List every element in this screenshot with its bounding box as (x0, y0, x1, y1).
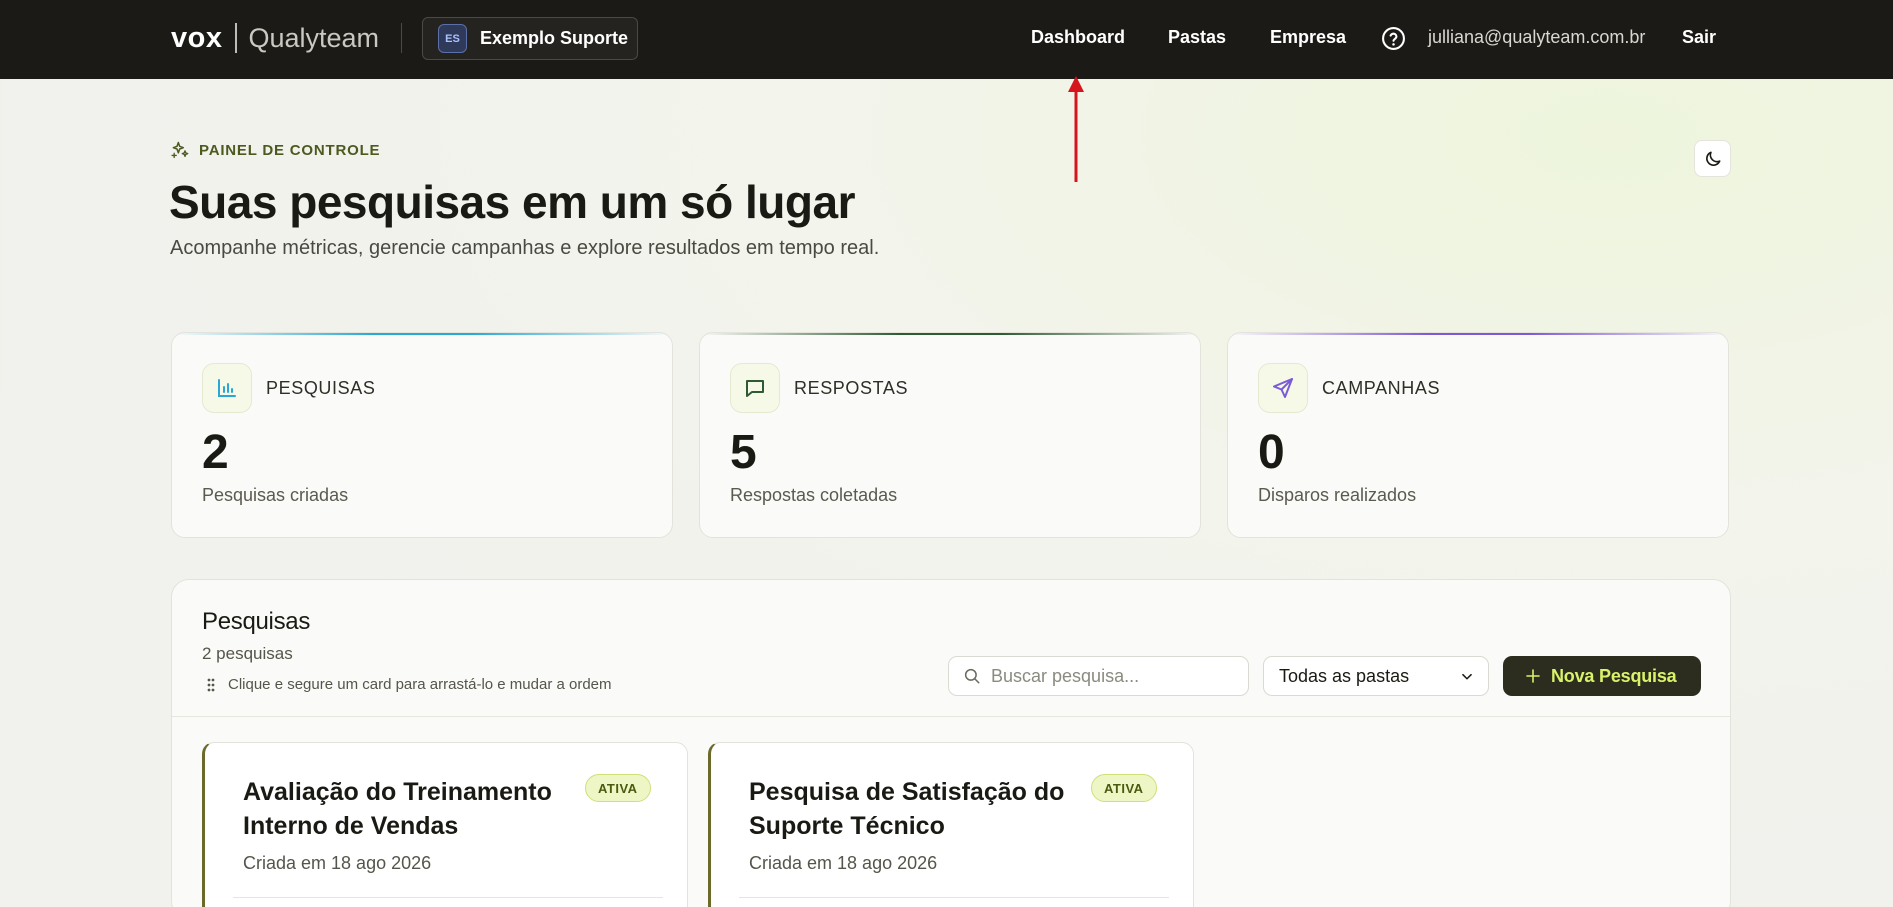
search-icon (964, 668, 980, 684)
card-accent-line (172, 333, 672, 335)
stat-caption: Respostas coletadas (730, 485, 898, 505)
top-navbar: VOX Qualyteam ES Exemplo Suporte Dashboa… (0, 0, 1893, 79)
nav-empresa[interactable]: Empresa (1270, 27, 1346, 48)
stat-icon-container (1258, 363, 1308, 413)
page-title: Suas pesquisas em um só lugar (169, 176, 855, 228)
surveys-count: 2 pesquisas (202, 644, 293, 663)
stat-icon-container (202, 363, 252, 413)
stat-value: 0 (1258, 426, 1285, 479)
new-survey-button[interactable]: Nova Pesquisa (1503, 656, 1701, 696)
stat-card-pesquisas: PESQUISAS 2 Pesquisas criadas (171, 332, 673, 538)
survey-card[interactable]: Pesquisa de Satisfação do Suporte Técnic… (708, 742, 1194, 907)
folder-filter-select[interactable]: Todas as pastas (1263, 656, 1489, 696)
search-field[interactable] (948, 656, 1249, 696)
stat-value: 2 (202, 426, 229, 479)
bar-chart-icon (218, 379, 236, 397)
moon-icon (1705, 151, 1720, 166)
eyebrow-label: PAINEL DE CONTROLE (199, 141, 381, 159)
plus-icon (1526, 669, 1540, 683)
nav-pastas[interactable]: Pastas (1168, 27, 1226, 48)
card-divider (233, 897, 663, 898)
surveys-title: Pesquisas (202, 608, 311, 635)
brand-primary: VOX (171, 21, 223, 54)
chevron-down-icon (1462, 673, 1472, 680)
new-survey-label: Nova Pesquisa (1551, 665, 1677, 686)
drag-handle-icon (207, 678, 215, 691)
survey-date: Criada em 18 ago 2026 (749, 853, 938, 873)
sparkles-icon (171, 141, 189, 159)
logout-button[interactable]: Sair (1682, 27, 1716, 48)
brand-divider (235, 23, 238, 53)
stat-icon-container (730, 363, 780, 413)
surveys-panel: Pesquisas 2 pesquisas Clique e segure um… (171, 579, 1731, 907)
stat-label: PESQUISAS (266, 378, 376, 398)
card-accent-line (700, 333, 1200, 335)
navbar-divider (401, 23, 402, 53)
brand-secondary: Qualyteam (248, 22, 380, 53)
search-input[interactable] (991, 665, 1231, 687)
status-badge: ATIVA (585, 774, 651, 802)
workspace-name: Exemplo Suporte (480, 28, 629, 48)
send-icon (1273, 378, 1293, 398)
page-subtitle: Acompanhe métricas, gerencie campanhas e… (170, 237, 880, 259)
stat-caption: Pesquisas criadas (202, 485, 349, 505)
user-email[interactable]: julliana@qualyteam.com.br (1428, 27, 1645, 48)
survey-card[interactable]: Avaliação do Treinamento Interno de Vend… (202, 742, 688, 907)
stat-caption: Disparos realizados (1258, 485, 1417, 505)
survey-title: Pesquisa de Satisfação do Suporte Técnic… (749, 778, 1065, 840)
annotation-arrow (1068, 76, 1084, 182)
nav-dashboard[interactable]: Dashboard (1031, 27, 1125, 48)
card-accent-line (1228, 333, 1728, 335)
stat-label: CAMPANHAS (1322, 378, 1441, 398)
workspace-switcher-button[interactable]: ES Exemplo Suporte (422, 17, 638, 60)
question-circle-icon[interactable] (1381, 26, 1406, 51)
page-eyebrow: PAINEL DE CONTROLE (170, 140, 380, 160)
drag-hint-text: Clique e segure um card para arrastá-lo … (228, 676, 612, 693)
folder-filter-value: Todas as pastas (1279, 665, 1410, 686)
stat-label: RESPOSTAS (794, 378, 909, 398)
status-badge: ATIVA (1091, 774, 1157, 802)
panel-divider (172, 716, 1730, 717)
brand-logo[interactable]: VOX Qualyteam (171, 18, 379, 58)
stat-card-respostas: RESPOSTAS 5 Respostas coletadas (699, 332, 1201, 538)
theme-toggle-button[interactable] (1694, 140, 1731, 177)
workspace-initials-badge: ES (438, 24, 467, 53)
stat-value: 5 (730, 426, 757, 479)
stat-card-campanhas: CAMPANHAS 0 Disparos realizados (1227, 332, 1729, 538)
card-divider (739, 897, 1169, 898)
survey-title: Avaliação do Treinamento Interno de Vend… (243, 778, 552, 840)
survey-date: Criada em 18 ago 2026 (243, 853, 432, 873)
drag-hint: Clique e segure um card para arrastá-lo … (206, 676, 612, 693)
chat-bubble-icon (746, 380, 764, 397)
